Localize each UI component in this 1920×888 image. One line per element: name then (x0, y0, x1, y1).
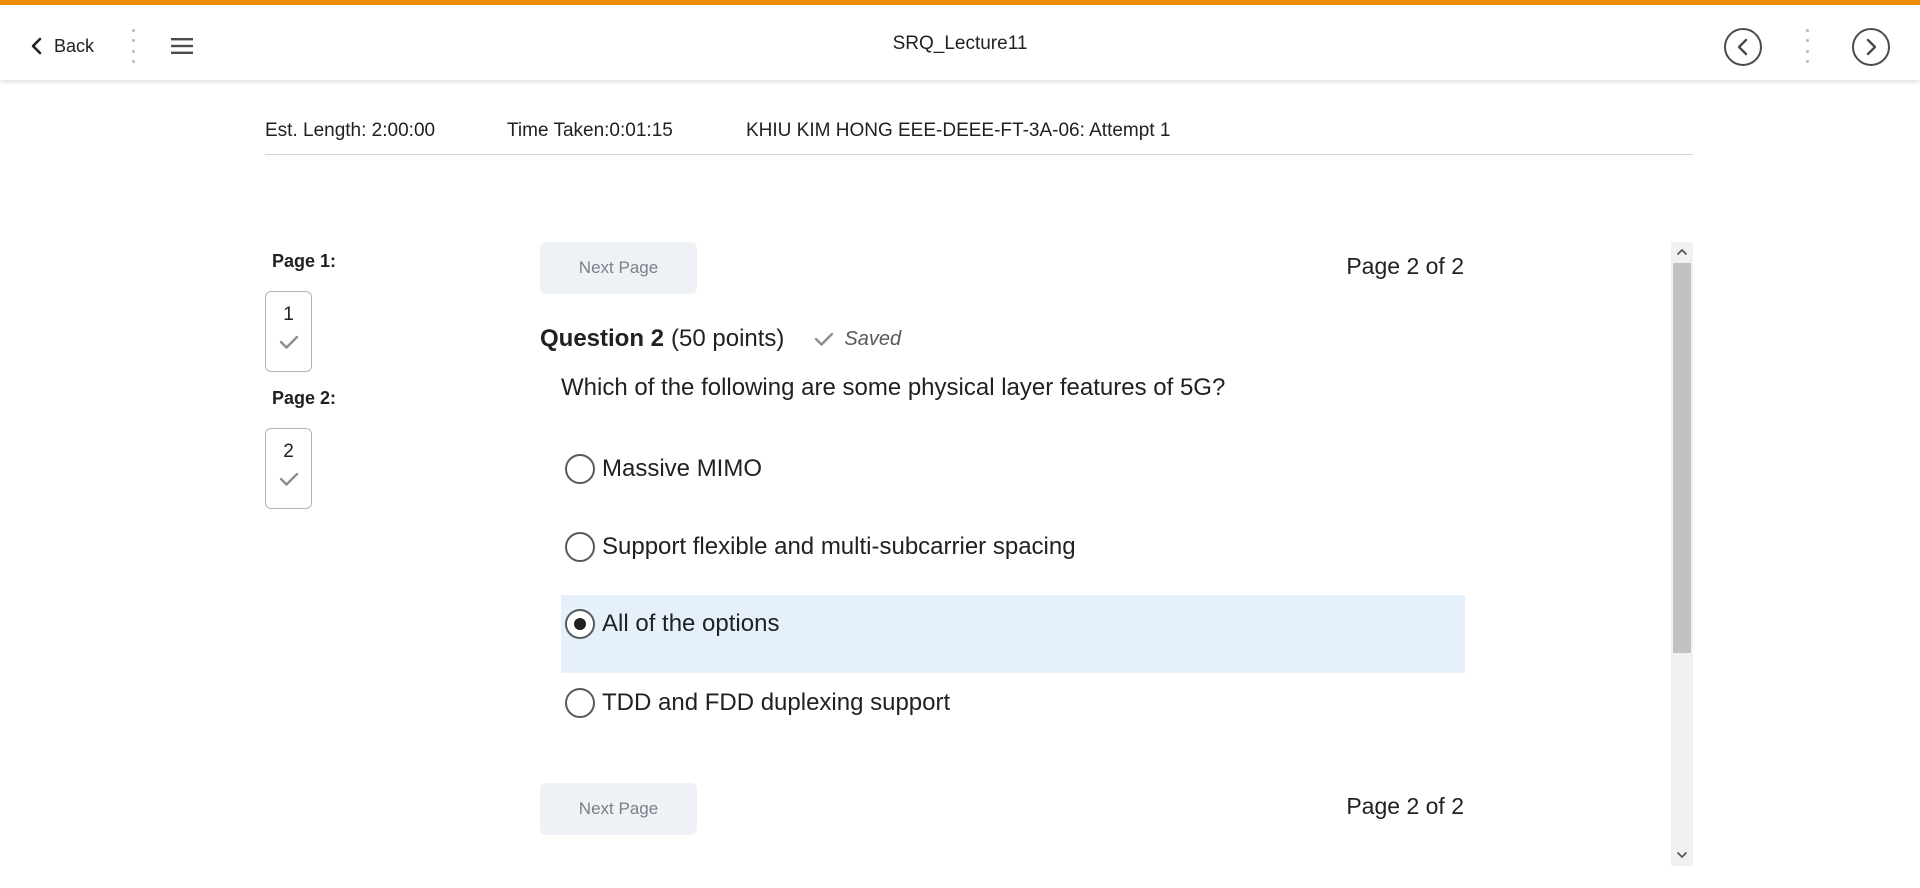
chevron-left-icon (1737, 38, 1748, 56)
question-title: Question 2 (540, 325, 665, 352)
chevron-right-icon (1866, 38, 1877, 56)
page-title: SRQ_Lecture11 (892, 33, 1028, 54)
scroll-thumb[interactable] (1673, 263, 1691, 653)
radio-button[interactable] (565, 454, 595, 484)
radio-button-selected[interactable] (565, 609, 595, 639)
answer-option[interactable]: TDD and FDD duplexing support (561, 676, 1465, 754)
option-label: Massive MIMO (602, 455, 763, 482)
answer-option[interactable]: Support flexible and multi-subcarrier sp… (561, 520, 1465, 598)
quiz-info-bar: Est. Length: 2:00:00 Time Taken:0:01:15 … (265, 118, 1693, 155)
attempt-info: KHIU KIM HONG EEE-DEEE-FT-3A-06: Attempt… (746, 120, 1171, 141)
option-label: All of the options (602, 610, 780, 637)
checkmark-icon (815, 332, 834, 346)
next-item-button[interactable] (1852, 28, 1890, 66)
radio-button[interactable] (565, 688, 595, 718)
estimated-length: Est. Length: 2:00:00 (265, 120, 436, 141)
answer-option-selected[interactable]: All of the options (561, 595, 1465, 673)
option-label: Support flexible and multi-subcarrier sp… (602, 533, 1076, 560)
top-navigation-bar: Back SRQ_Lecture11 (0, 0, 1920, 80)
question-number: 2 (283, 441, 294, 462)
answer-option[interactable]: Massive MIMO (561, 442, 1465, 520)
scroll-up-arrow[interactable] (1671, 243, 1693, 261)
checkmark-icon (279, 335, 298, 349)
next-page-button[interactable]: Next Page (540, 242, 697, 294)
vertical-divider (1805, 29, 1809, 63)
question-header: Question 2 (50 points) Saved (540, 325, 901, 353)
question-1-link[interactable]: 1 (265, 291, 312, 372)
scroll-down-arrow[interactable] (1671, 846, 1693, 864)
page-1-label: Page 1: (272, 251, 337, 271)
saved-label: Saved (844, 327, 902, 350)
radio-button[interactable] (565, 532, 595, 562)
question-2-link[interactable]: 2 (265, 428, 312, 509)
chevron-up-icon (1676, 248, 1688, 256)
question-text: Which of the following are some physical… (561, 374, 1226, 401)
next-page-button-bottom[interactable]: Next Page (540, 783, 697, 835)
question-points: (50 points) (671, 325, 785, 352)
previous-item-button[interactable] (1724, 28, 1762, 66)
page-2-label: Page 2: (272, 388, 337, 408)
checkmark-icon (279, 472, 298, 486)
chevron-down-icon (1676, 851, 1688, 859)
scrollbar[interactable] (1671, 242, 1693, 866)
page-indicator: Page 2 of 2 (1346, 253, 1464, 279)
option-label: TDD and FDD duplexing support (602, 689, 951, 716)
time-taken: Time Taken:0:01:15 (507, 120, 673, 141)
page-indicator-bottom: Page 2 of 2 (1346, 793, 1464, 819)
saved-status: Saved (814, 328, 901, 351)
question-number: 1 (283, 304, 294, 325)
